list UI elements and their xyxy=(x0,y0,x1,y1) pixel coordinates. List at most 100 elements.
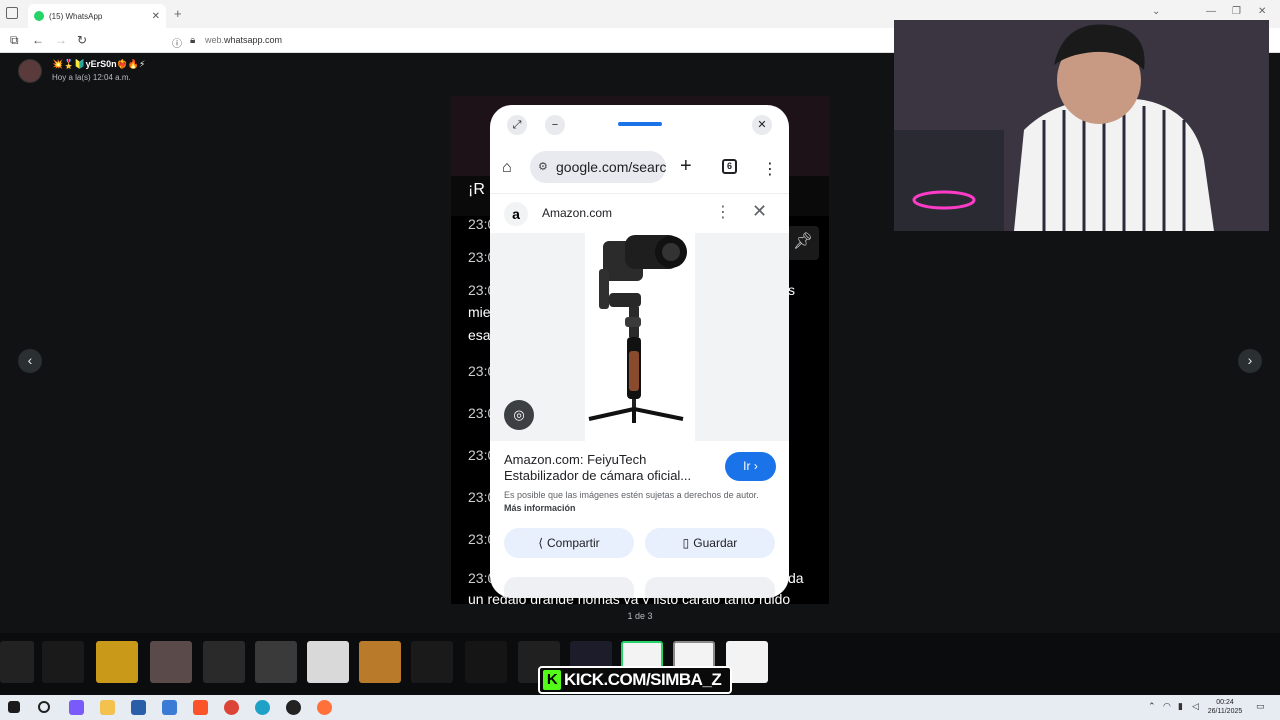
status-timestamp: Hoy a la(s) 12:04 a.m. xyxy=(52,73,131,82)
home-icon[interactable]: ⌂ xyxy=(502,159,512,177)
more-info-link[interactable]: Más información xyxy=(504,503,576,513)
webcam-image xyxy=(894,20,1269,231)
source-name[interactable]: Amazon.com xyxy=(542,206,612,220)
url-field[interactable]: web.whatsapp.com xyxy=(205,35,282,45)
thumbnail[interactable] xyxy=(150,641,192,683)
image-preview: ◎ xyxy=(490,233,789,441)
product-title[interactable]: Amazon.com: FeiyuTech Estabilizador de c… xyxy=(504,452,714,484)
kick-url: KICK.COM/SIMBA_Z xyxy=(564,670,722,689)
tab-whatsapp[interactable]: (15) WhatsApp ✕ xyxy=(28,4,166,28)
forward-icon[interactable]: → xyxy=(55,33,67,47)
chat-partial-right: s xyxy=(788,282,795,298)
go-button[interactable]: Ir › xyxy=(725,452,776,481)
google-lens-icon[interactable]: ◎ xyxy=(504,400,534,430)
share-icon: ⟨ xyxy=(538,536,543,550)
tab-search-icon[interactable]: ⌄ xyxy=(1152,6,1160,17)
tab-close-icon[interactable]: ✕ xyxy=(152,11,160,22)
whatsapp-favicon-icon xyxy=(34,11,44,21)
start-icon[interactable] xyxy=(8,701,20,713)
previous-arrow-icon[interactable]: ‹ xyxy=(18,349,42,373)
mobile-toolbar: ⌂ ⚙ google.com/search + ⋮ xyxy=(490,149,789,189)
pin-icon: 📌︎ xyxy=(787,226,819,260)
related-image[interactable] xyxy=(504,577,634,598)
thumbnail[interactable] xyxy=(203,641,245,683)
restore-icon[interactable]: ❐ xyxy=(1232,6,1241,17)
chat-partial-header: ¡R xyxy=(468,181,485,198)
next-arrow-icon[interactable]: › xyxy=(1238,349,1262,373)
thumbnail[interactable] xyxy=(726,641,768,683)
source-row: a Amazon.com ⋮ ✕ xyxy=(490,193,789,233)
taskbar-clock[interactable]: 00:24 26/11/2025 xyxy=(1200,698,1250,716)
amazon-logo-icon: a xyxy=(504,202,528,226)
mobile-url-text: google.com/search xyxy=(556,159,666,175)
bookmark-icon: ▯ xyxy=(682,536,690,550)
close-popup-icon[interactable]: ✕ xyxy=(752,115,772,135)
minimize-icon[interactable]: — xyxy=(1206,6,1216,17)
tab-actions-icon[interactable] xyxy=(6,7,18,19)
network-icon[interactable]: ◠ xyxy=(1163,701,1171,712)
clock-date: 26/11/2025 xyxy=(1207,708,1243,715)
store-icon[interactable] xyxy=(131,700,146,715)
save-button[interactable]: ▯ Guardar xyxy=(645,528,775,558)
thumbnail[interactable] xyxy=(0,641,34,683)
chat-line: mie xyxy=(468,304,491,320)
expand-icon[interactable]: ⤢ xyxy=(507,115,527,135)
new-tab-button[interactable]: + xyxy=(174,6,182,21)
thumbnail[interactable] xyxy=(96,641,138,683)
share-button[interactable]: ⟨ Compartir xyxy=(504,528,634,558)
chat-line: esa xyxy=(468,327,491,343)
thumbnail[interactable] xyxy=(255,641,297,683)
kick-logo-icon: K xyxy=(543,670,561,690)
copilot-icon[interactable] xyxy=(69,700,84,715)
chat-partial-right: da xyxy=(788,570,804,586)
thumbnail[interactable] xyxy=(307,641,349,683)
tab-title: (15) WhatsApp xyxy=(49,11,103,21)
save-label: Guardar xyxy=(693,536,738,550)
phone-browser-popup: ⤢ − ✕ ⌂ ⚙ google.com/search + ⋮ 6 a Amaz… xyxy=(490,105,789,598)
reload-icon[interactable]: ↻ xyxy=(77,33,87,47)
minimize-popup-icon[interactable]: − xyxy=(545,115,565,135)
copyright-notice: Es posible que las imágenes estén sujeta… xyxy=(504,489,774,515)
thumbnail[interactable] xyxy=(42,641,84,683)
related-image[interactable] xyxy=(645,577,775,598)
chrome-icon[interactable] xyxy=(224,700,239,715)
avatar[interactable] xyxy=(18,59,42,83)
thumbnail[interactable] xyxy=(465,641,507,683)
battery-icon[interactable]: ▮ xyxy=(1178,701,1183,712)
related-images-row xyxy=(504,577,775,598)
clock-time: 00:24 xyxy=(1216,699,1234,706)
webcam-overlay xyxy=(894,20,1269,231)
tab-switcher-button[interactable]: 6 xyxy=(722,159,737,174)
obs-icon[interactable] xyxy=(286,700,301,715)
popup-header: ⤢ − ✕ xyxy=(490,105,789,145)
volume-icon[interactable]: ◁ xyxy=(1192,701,1199,712)
taskbar: ⌃ ◠ ▮ ◁ 00:24 26/11/2025 ▭ xyxy=(0,695,1280,720)
sender-name: 💥🎖️🔰yErS0n❤️‍🔥🔥⚡ xyxy=(52,59,146,69)
gimbal-image xyxy=(588,235,687,423)
notifications-icon[interactable]: ▭ xyxy=(1256,701,1265,712)
close-icon[interactable]: ✕ xyxy=(752,201,767,222)
edge-icon[interactable] xyxy=(255,700,270,715)
product-image[interactable] xyxy=(585,233,695,441)
share-label: Compartir xyxy=(547,536,600,550)
brave-icon[interactable] xyxy=(193,700,208,715)
menu-icon[interactable]: ⋮ xyxy=(762,159,778,179)
new-tab-icon[interactable]: + xyxy=(680,155,692,178)
mobile-url-field[interactable]: ⚙ google.com/search xyxy=(530,151,666,183)
file-explorer-icon[interactable] xyxy=(100,700,115,715)
thumbnail[interactable] xyxy=(359,641,401,683)
thumbnail[interactable] xyxy=(411,641,453,683)
tray-chevron-icon[interactable]: ⌃ xyxy=(1148,701,1156,712)
site-info-icon[interactable]: ⓘ xyxy=(172,35,182,50)
firefox-icon[interactable] xyxy=(317,700,332,715)
back-icon[interactable]: ← xyxy=(32,33,44,47)
tune-icon[interactable]: ⚙ xyxy=(538,151,548,183)
window-close-icon[interactable]: ✕ xyxy=(1258,6,1266,17)
search-icon[interactable] xyxy=(38,701,50,713)
rights-text: Es posible que las imágenes estén sujeta… xyxy=(504,490,759,500)
page-counter: 1 de 3 xyxy=(627,611,653,621)
app-icon[interactable] xyxy=(162,700,177,715)
more-options-icon[interactable]: ⋮ xyxy=(715,202,731,222)
drag-handle[interactable] xyxy=(618,122,662,126)
sidebar-toggle-icon[interactable]: ⧉ xyxy=(10,33,19,48)
